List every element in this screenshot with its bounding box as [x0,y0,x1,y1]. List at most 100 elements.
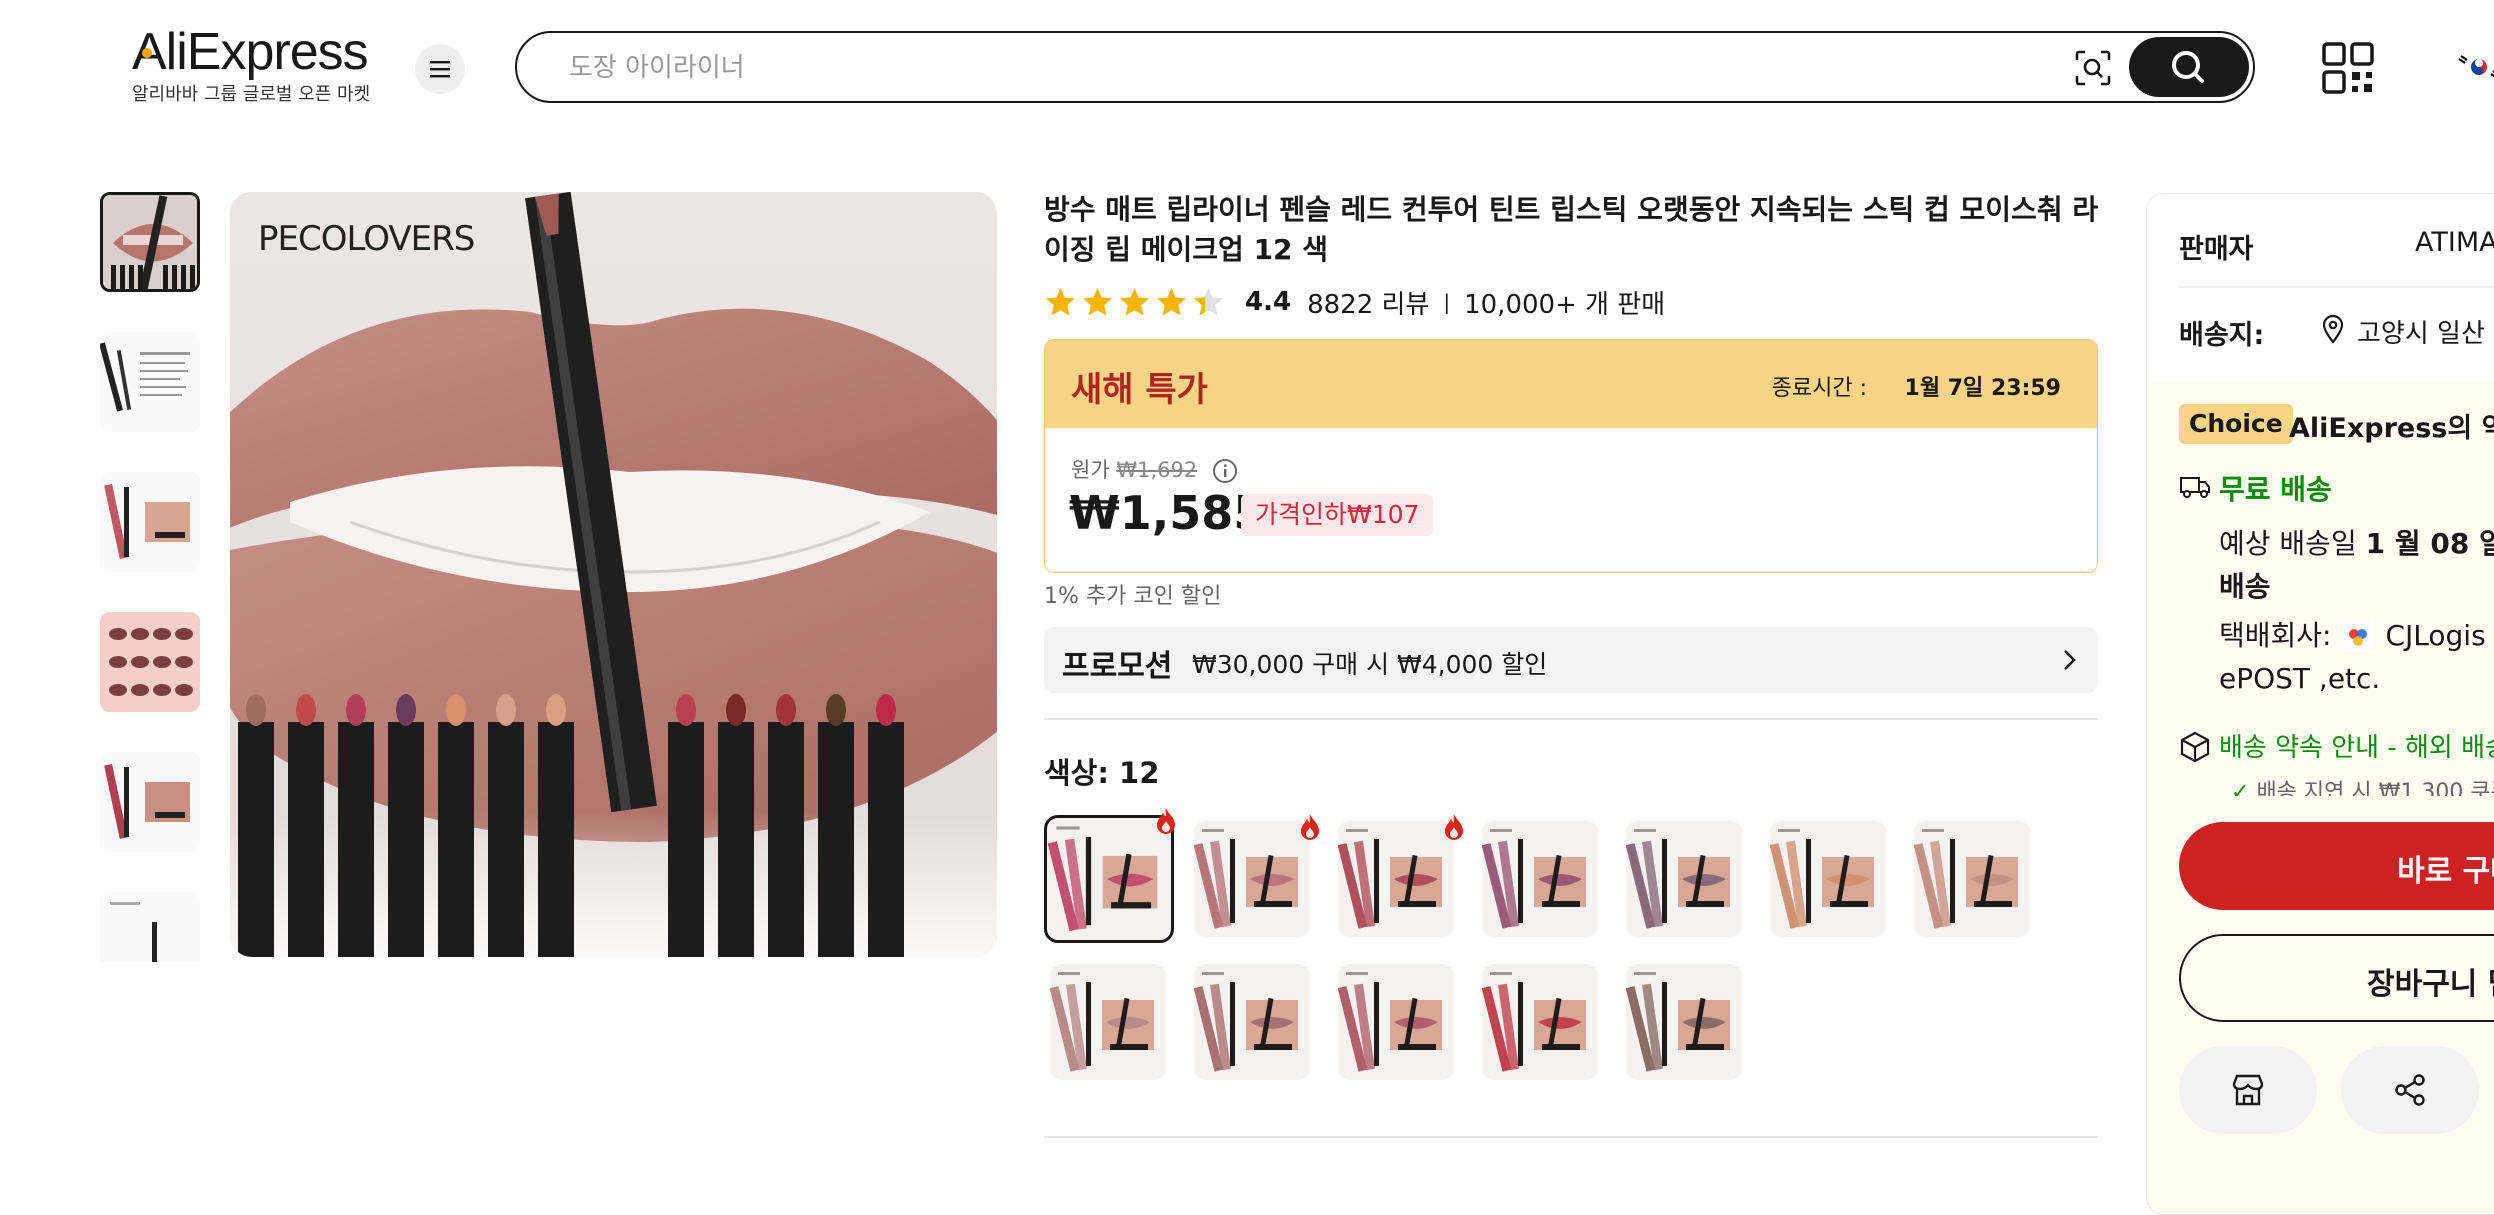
swatch-image [1194,964,1310,1080]
deal-title: 새해 특가 [1071,370,1208,410]
add-to-cart-button[interactable]: 장바구니 담기 [2179,934,2494,1022]
thumbnail-image [100,892,200,962]
qr-code-button[interactable] [2320,40,2376,96]
info-icon[interactable] [1212,458,1238,484]
check-icon: ✓ [2231,780,2250,796]
original-price: ₩1,692 [1116,458,1198,482]
swatch-image [1770,821,1886,937]
country-selector[interactable] [2455,50,2494,84]
hot-fire-icon [1442,813,1466,841]
choice-badge: Choice [2179,404,2293,444]
color-swatch[interactable] [1482,964,1598,1080]
thumbnail-1[interactable] [100,192,200,292]
color-swatch[interactable] [1050,964,1166,1080]
delay-coupon-note: ✓ 배송 지연 시 ₩1,300 쿠폰 [2231,774,2494,796]
purchase-panel: 판매자 ATIMA 배송지: 고양시 일산 Choice AliExpress의… [2146,193,2494,1215]
logo-subtitle: 알리바바 그룹 글로벌 오픈 마켓 [132,84,371,105]
camera-search-button[interactable] [2073,48,2113,88]
logo-accent-dot [142,48,152,58]
swatch-image [1482,964,1598,1080]
store-button[interactable] [2179,1046,2317,1134]
thumbnail-2[interactable] [100,332,200,432]
eta-date: 1 월 08 일 [2365,527,2494,560]
search-button[interactable] [2129,37,2249,97]
free-shipping: 무료 배송 [2219,473,2332,506]
thumbnail-4[interactable] [100,612,200,712]
search-icon [2172,51,2204,83]
swatch-image [1050,964,1166,1080]
swatch-image [1194,821,1310,937]
swatch-image [1626,964,1742,1080]
swatch-image [1338,821,1454,937]
color-swatch[interactable] [1626,821,1742,937]
store-icon [2232,1074,2264,1106]
korea-flag-icon [2455,50,2494,84]
aliexpress-logo[interactable]: AliExpress 알리바바 그룹 글로벌 오픈 마켓 [132,22,382,112]
original-price-label: 원가 [1071,458,1110,482]
product-photo: PECOLOVERS [230,192,997,957]
color-swatch[interactable] [1194,821,1310,937]
color-swatch-grid [1044,808,2098,1085]
delivery-promise-link[interactable]: 배송 약속 안내 - 해외 배송 [2219,727,2494,764]
buy-now-button[interactable]: 바로 구매 [2179,822,2494,910]
color-label: 색상: 12 [1044,756,1160,790]
seller-label: 판매자 [2179,234,2254,265]
hot-fire-icon [1298,813,1322,841]
color-swatch[interactable] [1914,821,2030,937]
ship-to-location[interactable]: 고양시 일산 [2357,313,2485,350]
color-swatch[interactable] [1770,821,1886,937]
qr-code-icon [2322,42,2374,94]
courier-name: CJLogis [2385,619,2486,652]
truck-icon [2180,477,2210,498]
rating-row: 4.4 8822 리뷰 | 10,000+ 개 판매 [1044,282,1665,322]
color-swatch[interactable] [1482,821,1598,937]
color-swatch[interactable] [1626,964,1742,1080]
thumbnail-3[interactable] [100,472,200,572]
divider [1044,718,2098,720]
share-icon [2395,1074,2425,1106]
color-swatch[interactable] [1338,821,1454,937]
rating-stars [1044,286,1229,319]
thumbnail-5[interactable] [100,752,200,852]
thumbnail-image [100,752,200,852]
color-swatch[interactable] [1194,964,1310,1080]
swatch-image [1482,821,1598,937]
sale-price: ₩1,585 [1069,486,1266,540]
courier-more: ePOST ,etc. [2219,662,2381,695]
product-title: 방수 매트 립라이너 펜슬 레드 컨투어 틴트 립스틱 오랫동안 지속되는 스틱… [1044,193,2099,266]
logo-text: AliExpress [132,23,369,81]
location-pin-icon [2322,314,2344,344]
main-product-image[interactable]: PECOLOVERS [230,192,997,957]
color-swatch[interactable] [1338,964,1454,1080]
eta-prefix: 예상 배송일 [2219,527,2357,560]
search-bar[interactable] [515,31,2255,103]
delay-text: 배송 지연 시 ₩1,300 쿠폰 [2256,780,2494,796]
star-icon [1157,287,1186,315]
seller-name-link[interactable]: ATIMA [2415,227,2494,258]
buy-now-label: 바로 구매 [2397,854,2494,889]
courier-label: 택배회사: [2219,619,2332,652]
thumbnail-image [100,612,200,712]
deal-end-time: 1월 7일 23:59 [1904,376,2061,401]
deal-header: 새해 특가 종료시간 : 1월 7일 23:59 [1045,340,2097,428]
choice-promise-title: AliExpress의 약속 [2289,413,2494,444]
hot-fire-icon [1154,807,1178,835]
star-icon [1194,287,1223,315]
delivery-estimate: 예상 배송일 1 월 08 일 배송 [2219,522,2494,608]
search-input[interactable] [567,47,1971,89]
cj-logistics-icon [2343,622,2374,652]
ship-to-label: 배송지: [2179,320,2265,351]
star-icon [1120,287,1149,315]
promotion-label: 프로모션 [1062,649,1173,684]
discount-badge: 가격인하₩107 [1241,494,1434,536]
menu-icon [430,61,450,78]
review-count-link[interactable]: 8822 리뷰 [1307,284,1429,321]
share-button[interactable] [2341,1046,2479,1134]
menu-button[interactable] [415,44,465,94]
add-to-cart-label: 장바구니 담기 [2367,967,2494,1002]
sold-count: 10,000+ 개 판매 [1464,289,1666,320]
thumbnail-6[interactable] [100,892,200,962]
thumbnail-image [100,472,200,572]
promotion-row[interactable]: 프로모션 ₩30,000 구매 시 ₩4,000 할인 [1044,627,2098,693]
coin-discount: 1% 추가 코인 할인 [1044,584,1222,609]
